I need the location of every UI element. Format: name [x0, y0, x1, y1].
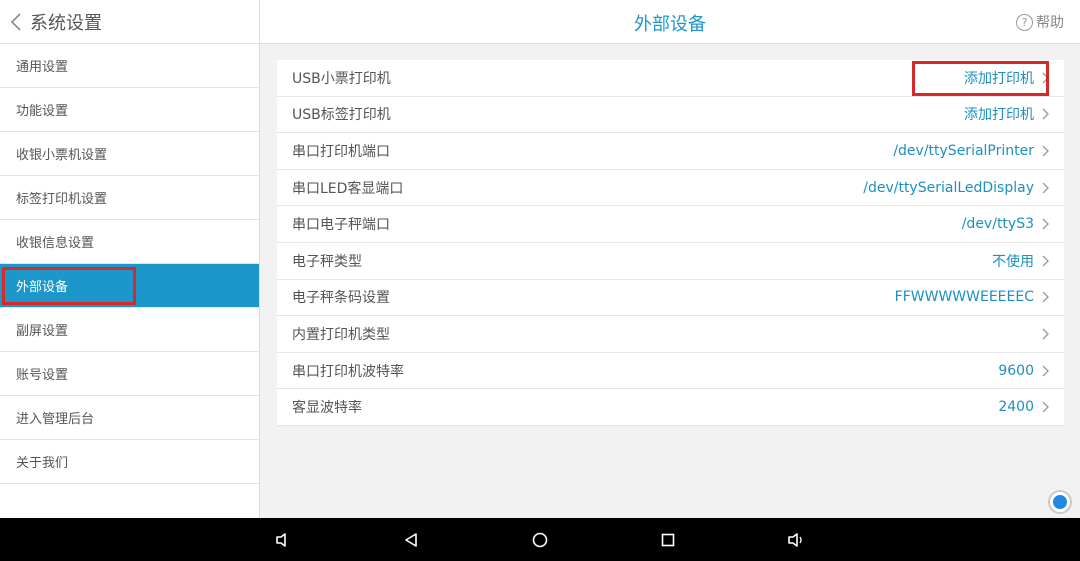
- settings-row-label: 串口LED客显端口: [292, 180, 404, 197]
- back-triangle-icon[interactable]: [400, 529, 422, 551]
- settings-row[interactable]: USB小票打印机 添加打印机: [277, 60, 1064, 97]
- sidebar-item-label: 标签打印机设置: [16, 192, 108, 207]
- sidebar-item[interactable]: 副屏设置: [0, 308, 259, 352]
- settings-row-label: 电子秤类型: [292, 253, 362, 270]
- topbar: 外部设备 ? 帮助: [260, 0, 1080, 44]
- settings-row-label: 串口电子秤端口: [292, 217, 390, 234]
- sidebar-item[interactable]: 收银小票机设置: [0, 132, 259, 176]
- settings-row-value-group: 9600: [998, 363, 1050, 379]
- sidebar-item[interactable]: 标签打印机设置: [0, 176, 259, 220]
- home-circle-icon[interactable]: [529, 529, 551, 551]
- sidebar-item[interactable]: 进入管理后台: [0, 396, 259, 440]
- settings-row[interactable]: 电子秤类型 不使用: [277, 243, 1064, 280]
- settings-row-value: FFWWWWWEEEEEC: [894, 289, 1034, 306]
- settings-row-value-group: FFWWWWWEEEEEC: [895, 289, 1050, 305]
- help-label: 帮助: [1036, 15, 1064, 31]
- settings-row-label: 内置打印机类型: [292, 326, 390, 343]
- sidebar-title: 系统设置: [30, 12, 102, 34]
- sidebar-item-label: 副屏设置: [16, 324, 69, 339]
- settings-row-value: /dev/ttyS3: [961, 216, 1034, 233]
- settings-row[interactable]: 串口电子秤端口/dev/ttyS3: [277, 206, 1064, 243]
- settings-row-label: 串口打印机波特率: [292, 363, 404, 380]
- settings-row-label: 电子秤条码设置: [292, 290, 390, 307]
- volume-down-icon[interactable]: [272, 529, 294, 551]
- settings-row-value-group: /dev/ttySerialPrinter: [893, 143, 1050, 159]
- chevron-right-icon: [1042, 182, 1049, 194]
- chevron-left-icon[interactable]: [10, 10, 28, 34]
- sidebar-item-label: 账号设置: [16, 368, 69, 383]
- settings-row-value: 不使用: [992, 253, 1034, 270]
- settings-row-value: 2400: [998, 399, 1034, 416]
- settings-row[interactable]: 串口打印机波特率 9600: [277, 353, 1064, 390]
- highlight-box: [2, 267, 136, 305]
- sidebar-item-label: 收银小票机设置: [16, 148, 108, 163]
- question-circle-icon: ?: [1016, 13, 1033, 31]
- chevron-right-icon: [1042, 218, 1049, 230]
- settings-row-label: 客显波特率: [292, 400, 362, 417]
- assistive-touch-icon[interactable]: [1048, 490, 1072, 514]
- sidebar-item[interactable]: 收银信息设置: [0, 220, 259, 264]
- sidebar-item[interactable]: 外部设备: [0, 264, 259, 308]
- settings-row[interactable]: 串口打印机端口/dev/ttySerialPrinter: [277, 133, 1064, 170]
- settings-row[interactable]: USB标签打印机 添加打印机: [277, 97, 1064, 134]
- settings-row-label: USB标签打印机: [292, 107, 391, 124]
- sidebar-nav: 通用设置功能设置收银小票机设置 标签打印机设置 收银信息设置外部设备副屏设置账号设置…: [0, 44, 259, 484]
- highlight-box: [912, 61, 1049, 96]
- page-title: 外部设备: [634, 14, 706, 35]
- sidebar-item[interactable]: 通用设置: [0, 44, 259, 88]
- settings-row-value: /dev/ttySerialPrinter: [893, 142, 1034, 159]
- sidebar-item[interactable]: 关于我们: [0, 440, 259, 484]
- help-button[interactable]: ? 帮助: [1016, 12, 1064, 32]
- chevron-right-icon: [1042, 328, 1049, 340]
- sidebar-item[interactable]: 账号设置: [0, 352, 259, 396]
- sidebar-header[interactable]: 系统设置: [0, 0, 259, 44]
- sidebar-item-label: 收银信息设置: [16, 236, 95, 251]
- sidebar: 系统设置 通用设置功能设置收银小票机设置 标签打印机设置 收银信息设置外部设备副屏设…: [0, 0, 260, 518]
- settings-row[interactable]: 电子秤条码设置 FFWWWWWEEEEEC: [277, 280, 1064, 317]
- settings-row-value: 添加打印机: [964, 107, 1034, 124]
- settings-row[interactable]: 串口LED客显端口/dev/ttySerialLedDisplay: [277, 170, 1064, 207]
- recents-square-icon[interactable]: [657, 529, 679, 551]
- assistive-touch-dot: [1053, 495, 1067, 509]
- settings-row[interactable]: 客显波特率 2400: [277, 389, 1064, 426]
- chevron-right-icon: [1042, 365, 1049, 377]
- volume-up-icon[interactable]: [785, 529, 807, 551]
- settings-row[interactable]: 内置打印机类型: [277, 316, 1064, 353]
- sidebar-item[interactable]: 功能设置: [0, 88, 259, 132]
- settings-list: USB小票打印机 添加打印机 USB标签打印机 添加打印机串口打印机端口/dev/tt…: [277, 60, 1064, 426]
- sidebar-item-label: 通用设置: [16, 60, 69, 75]
- settings-row-value-group: 2400: [998, 399, 1050, 415]
- settings-row-label: USB小票打印机: [292, 70, 391, 87]
- chevron-right-icon: [1042, 108, 1049, 120]
- settings-row-value-group: /dev/ttySerialLedDisplay: [863, 180, 1050, 196]
- sidebar-item-label: 关于我们: [16, 456, 69, 471]
- chevron-right-icon: [1042, 145, 1049, 157]
- settings-row-value: 9600: [998, 362, 1034, 379]
- chevron-right-icon: [1042, 401, 1049, 413]
- settings-row-value-group: 不使用: [992, 251, 1050, 271]
- settings-row-value-group: /dev/ttyS3: [962, 216, 1050, 232]
- settings-row-value-group: [1034, 328, 1050, 340]
- system-nav-bar: [0, 518, 1080, 561]
- settings-row-value-group: 添加打印机: [964, 104, 1050, 124]
- settings-row-label: 串口打印机端口: [292, 143, 390, 160]
- sidebar-item-label: 进入管理后台: [16, 412, 95, 427]
- chevron-right-icon: [1042, 291, 1049, 303]
- sidebar-item-label: 功能设置: [16, 104, 69, 119]
- chevron-right-icon: [1042, 255, 1049, 267]
- settings-row-value: /dev/ttySerialLedDisplay: [863, 179, 1034, 196]
